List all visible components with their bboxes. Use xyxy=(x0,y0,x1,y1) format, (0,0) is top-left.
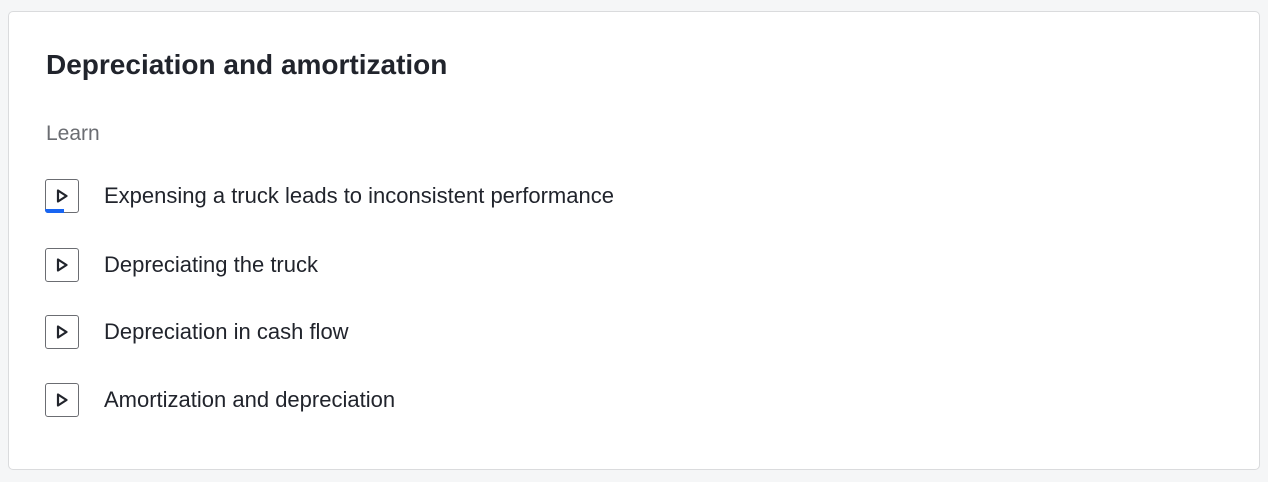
lesson-label: Depreciation in cash flow xyxy=(104,319,349,344)
unit-title: Depreciation and amortization xyxy=(46,49,448,80)
lesson-item-2[interactable]: Depreciation in cash flow xyxy=(45,314,349,350)
lesson-label: Expensing a truck leads to inconsistent … xyxy=(104,183,614,208)
unit-card: Depreciation and amortization Learn Expe… xyxy=(8,11,1260,470)
lesson-item-3[interactable]: Amortization and depreciation xyxy=(45,382,395,418)
play-icon xyxy=(45,248,79,282)
lesson-label: Depreciating the truck xyxy=(104,252,318,277)
play-icon xyxy=(45,383,79,417)
lesson-progress-bar xyxy=(45,209,64,213)
lesson-item-1[interactable]: Depreciating the truck xyxy=(45,247,318,283)
play-icon xyxy=(45,179,79,213)
play-icon xyxy=(45,315,79,349)
lesson-label: Amortization and depreciation xyxy=(104,387,396,412)
lesson-item-0[interactable]: Expensing a truck leads to inconsistent … xyxy=(45,178,614,214)
section-label-learn: Learn xyxy=(46,122,100,145)
